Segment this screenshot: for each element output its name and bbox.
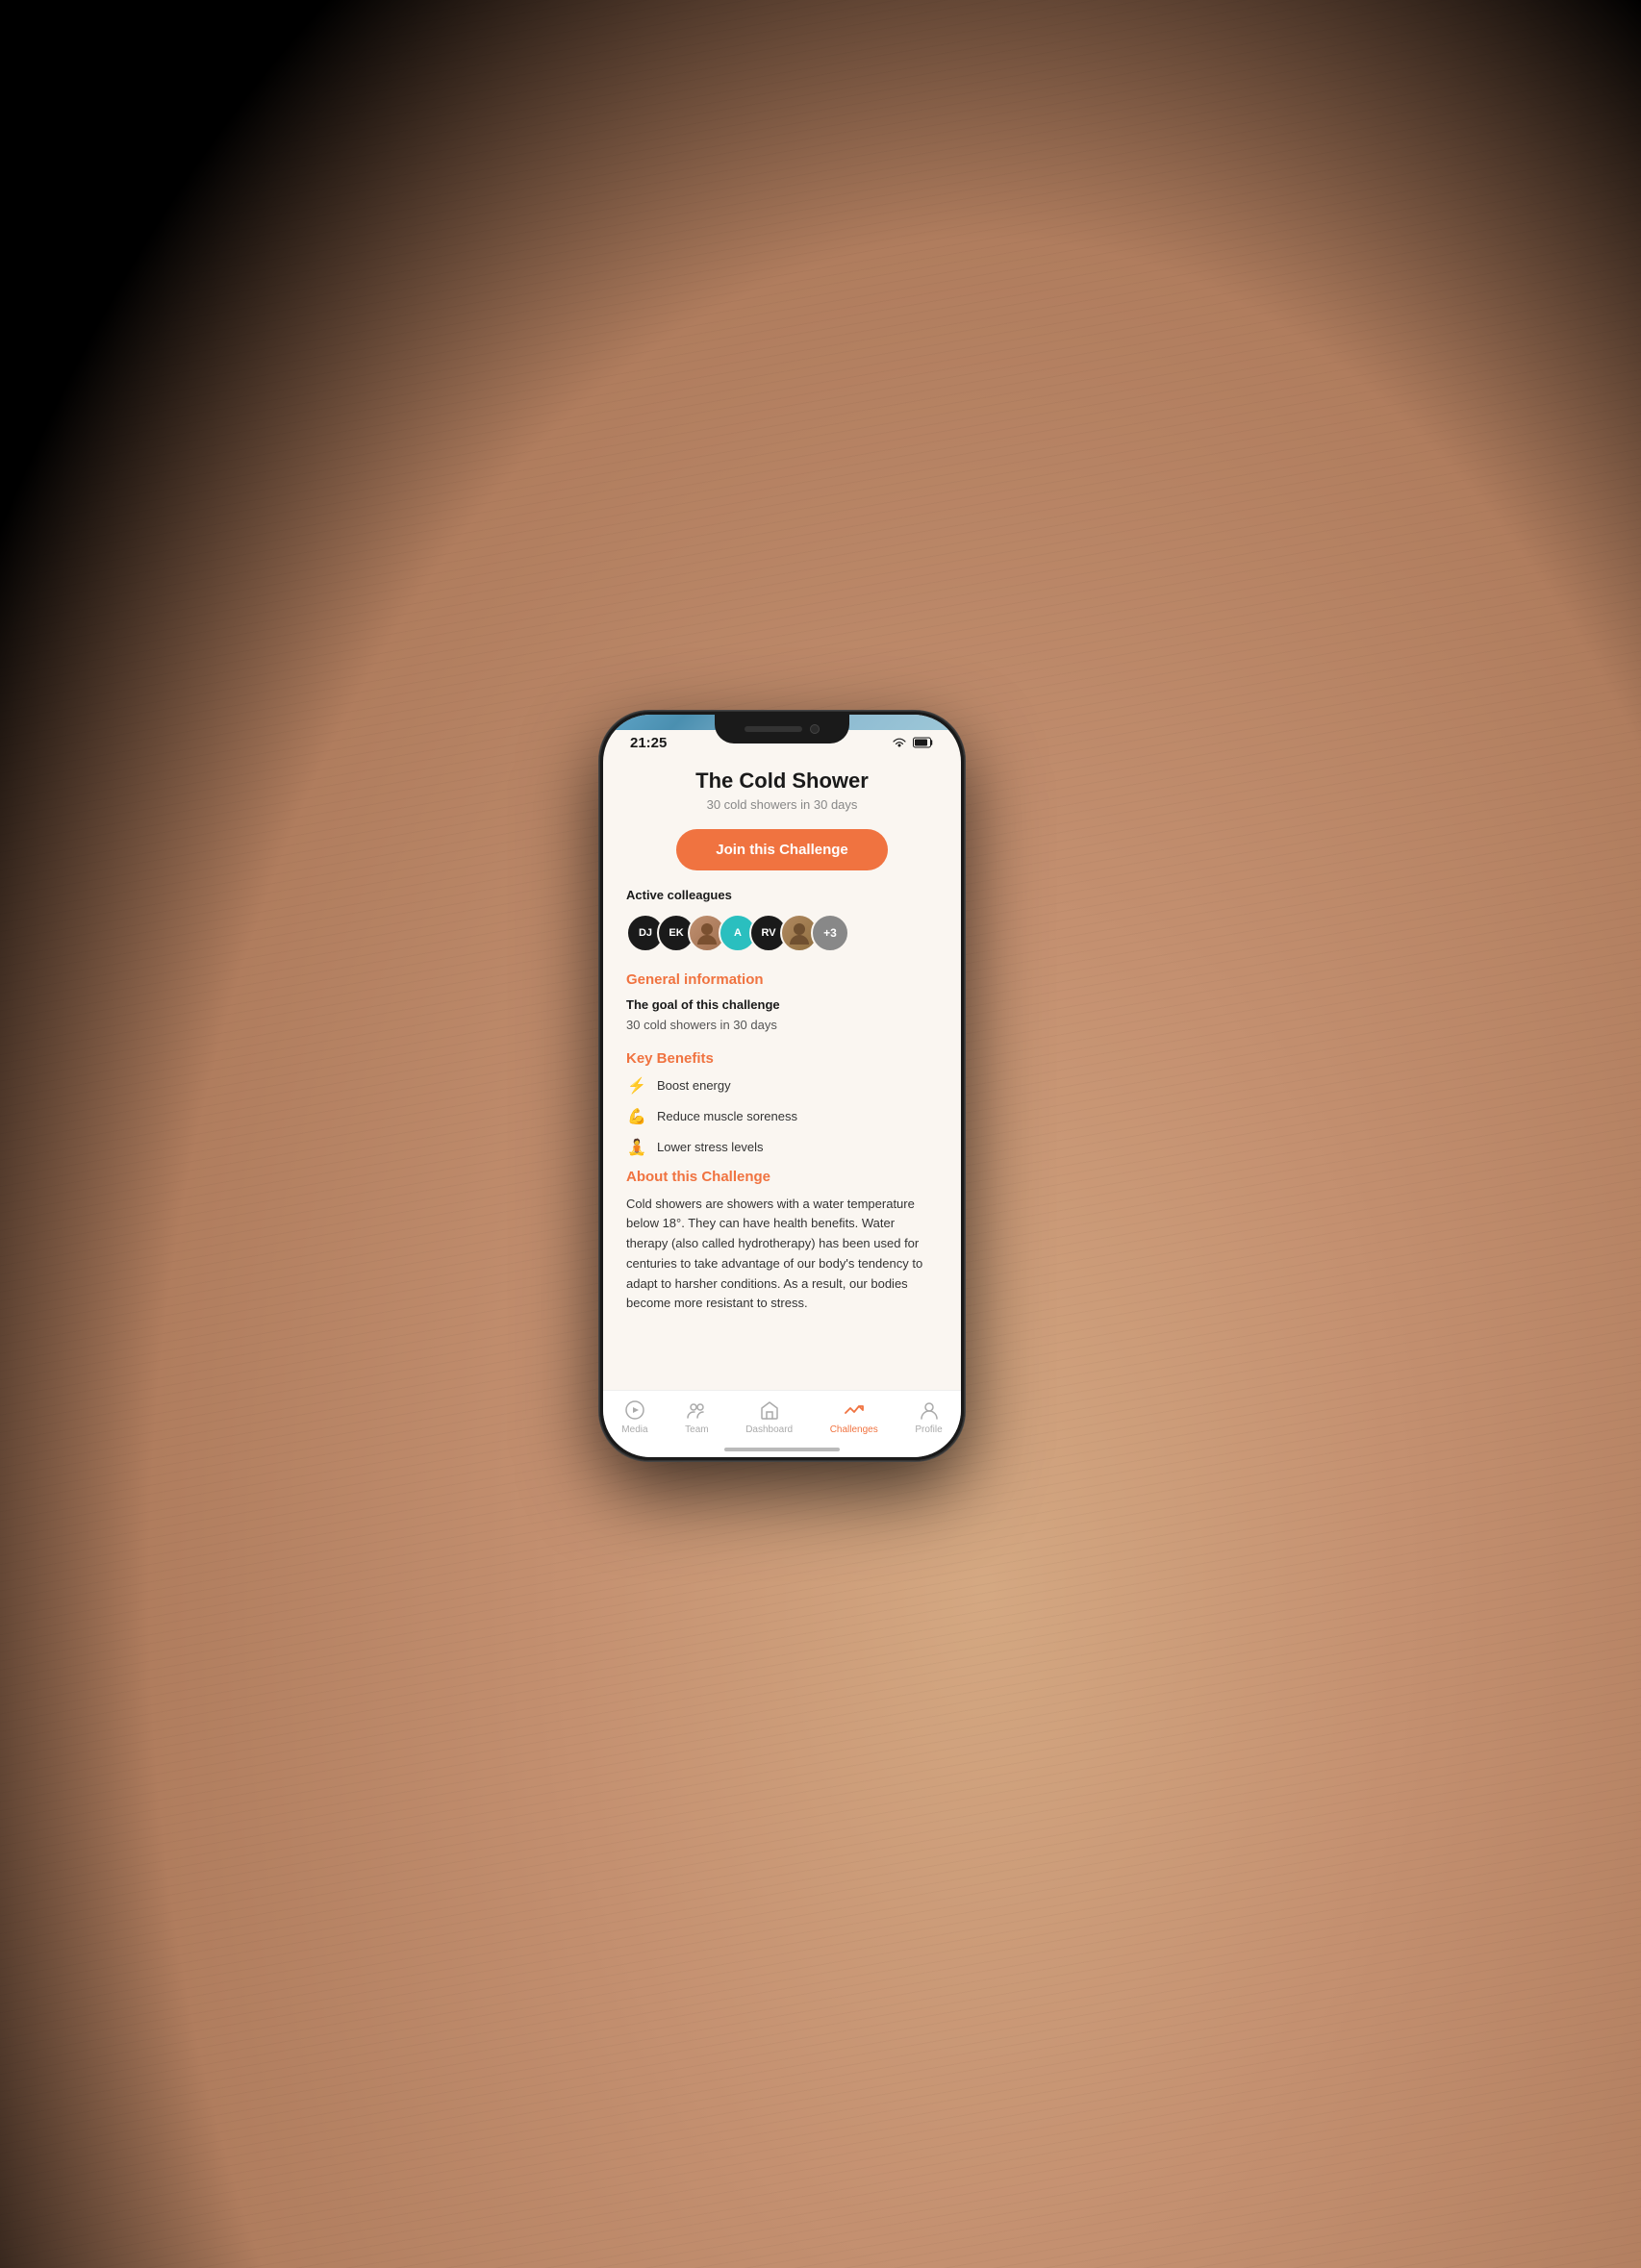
status-time: 21:25 [630,735,667,751]
phone-mockup: 21:25 T [599,711,965,1461]
benefit-3: 🧘 Lower stress levels [626,1138,938,1157]
nav-dashboard[interactable]: Dashboard [745,1399,793,1435]
person-silhouette [694,920,720,946]
nav-media[interactable]: Media [621,1399,647,1435]
general-info-heading: General information [626,971,938,988]
key-benefits-heading: Key Benefits [626,1050,938,1067]
nav-challenges[interactable]: Challenges [830,1399,878,1435]
team-icon [685,1399,708,1422]
camera [810,724,820,734]
nav-profile[interactable]: Profile [915,1399,942,1435]
benefit-2: 💪 Reduce muscle soreness [626,1107,938,1126]
nav-media-label: Media [621,1424,647,1435]
stress-icon: 🧘 [626,1138,647,1157]
scroll-content[interactable]: The Cold Shower 30 cold showers in 30 da… [603,757,961,1390]
goal-text: 30 cold showers in 30 days [626,1016,938,1035]
battery-icon [913,737,934,748]
nav-challenges-label: Challenges [830,1424,878,1435]
nav-team[interactable]: Team [685,1399,708,1435]
benefit-3-text: Lower stress levels [657,1140,764,1154]
speaker [745,726,802,732]
join-challenge-button[interactable]: Join this Challenge [676,829,888,870]
profile-icon [918,1399,941,1422]
nav-profile-label: Profile [915,1424,942,1435]
nav-team-label: Team [685,1424,708,1435]
phone-frame: 21:25 T [599,711,965,1461]
wifi-icon [892,737,907,748]
benefit-1: ⚡ Boost energy [626,1076,938,1096]
challenge-subtitle: 30 cold showers in 30 days [626,797,938,812]
challenges-icon [843,1399,866,1422]
home-indicator [724,1448,840,1451]
about-text: Cold showers are showers with a water te… [626,1195,938,1315]
benefit-1-text: Boost energy [657,1078,731,1093]
avatar-count: +3 [811,914,849,952]
nav-dashboard-label: Dashboard [745,1424,793,1435]
person-silhouette-2 [786,920,813,946]
benefit-2-text: Reduce muscle soreness [657,1109,797,1123]
energy-icon: ⚡ [626,1076,647,1096]
dashboard-icon [758,1399,781,1422]
media-icon [623,1399,646,1422]
colleagues-row: DJ EK A RV [626,914,938,952]
muscle-icon: 💪 [626,1107,647,1126]
status-icons [892,737,934,748]
goal-label: The goal of this challenge [626,997,938,1012]
phone-screen: 21:25 T [603,715,961,1457]
colleagues-label: Active colleagues [626,888,938,902]
about-heading: About this Challenge [626,1169,938,1185]
challenge-title: The Cold Shower [626,769,938,794]
phone-notch [715,715,849,743]
